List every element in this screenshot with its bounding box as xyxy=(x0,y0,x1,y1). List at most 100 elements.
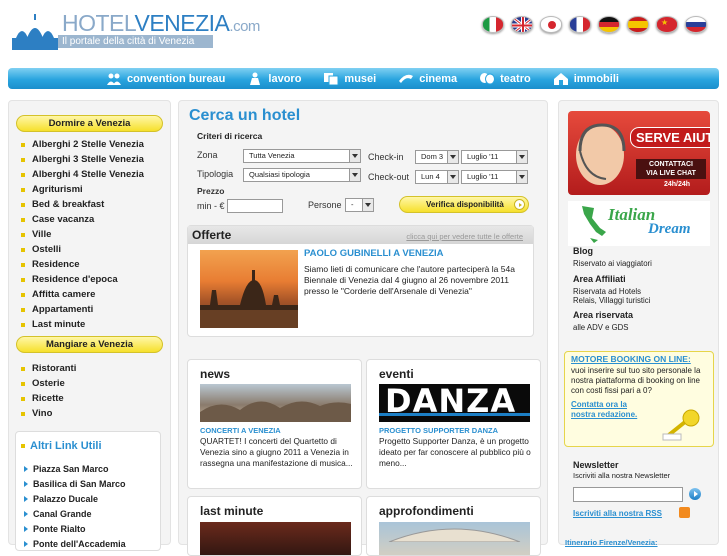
lastminute-box: last minute xyxy=(187,496,362,556)
italian-dream-word-b: Dream xyxy=(648,221,691,237)
flag-japan-icon[interactable] xyxy=(540,16,562,33)
motore-title[interactable]: MOTORE BOOKING ON LINE: xyxy=(571,354,691,364)
link-palazzo-ducale[interactable]: Palazzo Ducale xyxy=(24,492,126,507)
mangiare-menu: Ristoranti Osterie Ricette Vino xyxy=(19,361,76,421)
rooftops-icon xyxy=(200,401,351,422)
menu-item-last-minute[interactable]: Last minute xyxy=(19,317,144,332)
flag-uk-icon[interactable] xyxy=(511,16,533,33)
search-criteria-label: Criteri di ricerca xyxy=(197,131,263,141)
offerte-text: Siamo lieti di comunicare che l'autore p… xyxy=(304,264,515,296)
persone-value: - xyxy=(351,200,354,209)
flag-italy-icon[interactable] xyxy=(482,16,504,33)
approfondimenti-image[interactable] xyxy=(379,522,530,555)
checkout-day-select[interactable]: Lun 4 xyxy=(415,170,459,184)
house-icon xyxy=(553,73,568,85)
menu-item-alberghi-3[interactable]: Alberghi 3 Stelle Venezia xyxy=(19,152,144,167)
nav-convention-bureau[interactable]: convention bureau xyxy=(106,72,225,85)
chevron-down-icon xyxy=(447,171,458,183)
menu-item-appartamenti[interactable]: Appartamenti xyxy=(19,302,144,317)
menu-item-alberghi-4[interactable]: Alberghi 4 Stelle Venezia xyxy=(19,167,144,182)
checkout-month-value: Luglio '11 xyxy=(467,172,499,181)
rss-icon[interactable] xyxy=(679,507,690,518)
menu-item-ostelli[interactable]: Ostelli xyxy=(19,242,144,257)
right-sidebar: SERVE AIUTO? CONTATTACIVIA LIVE CHAT 24h… xyxy=(558,100,719,547)
blog-title[interactable]: Blog xyxy=(573,246,593,256)
menu-item-bed-breakfast[interactable]: Bed & breakfast xyxy=(19,197,144,212)
verifica-button[interactable]: Verifica disponibilità xyxy=(399,196,529,213)
newsletter-text: Iscriviti alla nostra Newsletter xyxy=(573,471,671,480)
flag-russia-icon[interactable] xyxy=(685,16,707,33)
dormire-section-button[interactable]: Dormire a Venezia xyxy=(16,115,163,132)
flag-france-icon[interactable] xyxy=(569,16,591,33)
checkin-day-select[interactable]: Dom 3 xyxy=(415,150,459,164)
flag-china-icon[interactable]: ★ xyxy=(656,16,678,33)
news-title: news xyxy=(200,367,231,381)
serve-hours: 24h/24h xyxy=(664,181,691,188)
news-subtitle[interactable]: CONCERTI A VENEZIA xyxy=(200,426,281,435)
offerte-headline[interactable]: PAOLO GUBINELLI A VENEZIA xyxy=(304,248,444,259)
newsletter-email-input[interactable] xyxy=(573,487,683,502)
menu-item-osterie[interactable]: Osterie xyxy=(19,376,76,391)
lastminute-image[interactable] xyxy=(200,522,351,555)
flag-spain-icon[interactable] xyxy=(627,16,649,33)
menu-item-ristoranti[interactable]: Ristoranti xyxy=(19,361,76,376)
mangiare-section-button[interactable]: Mangiare a Venezia xyxy=(16,336,163,353)
menu-item-residence[interactable]: Residence xyxy=(19,257,144,272)
affiliati-text2: Relais, Villaggi turistici xyxy=(573,296,651,305)
offerte-box: Offerte clicca qui per vedere tutte le o… xyxy=(187,225,534,337)
main-nav: convention bureau lavoro musei cinema te… xyxy=(8,68,719,89)
checkout-month-select[interactable]: Luglio '11 xyxy=(461,170,528,184)
link-piazza-san-marco[interactable]: Piazza San Marco xyxy=(24,462,126,477)
news-text: QUARTET! I concerti del Quartetto di Ven… xyxy=(200,436,353,468)
nav-immobili[interactable]: immobili xyxy=(553,72,619,85)
menu-item-vino[interactable]: Vino xyxy=(19,406,76,421)
menu-item-affitta-camere[interactable]: Affitta camere xyxy=(19,287,144,302)
news-image[interactable] xyxy=(200,384,351,422)
menu-item-ville[interactable]: Ville xyxy=(19,227,144,242)
menu-item-case-vacanza[interactable]: Case vacanza xyxy=(19,212,144,227)
eventi-image[interactable]: DANZA xyxy=(379,384,530,422)
italian-dream-banner[interactable]: Italian Dream xyxy=(568,201,710,246)
menu-item-agriturismi[interactable]: Agriturismi xyxy=(19,182,144,197)
persone-select[interactable]: - xyxy=(345,198,374,212)
nav-cinema[interactable]: cinema xyxy=(398,72,457,85)
motore-booking-box: MOTORE BOOKING ON LINE: vuoi inserire su… xyxy=(564,351,714,447)
affiliati-title[interactable]: Area Affiliati xyxy=(573,274,626,284)
itinerario-link[interactable]: Itinerario Firenze/Venezia: xyxy=(565,538,658,547)
key-icon xyxy=(662,409,700,441)
tipologia-label: Tipologia xyxy=(197,169,234,179)
newsletter-title: Newsletter xyxy=(573,460,619,470)
rss-link[interactable]: Iscriviti alla nostra RSS xyxy=(573,509,662,518)
tipologia-select[interactable]: Qualsiasi tipologia xyxy=(243,168,361,182)
min-price-input[interactable] xyxy=(227,199,283,213)
menu-item-ricette[interactable]: Ricette xyxy=(19,391,76,406)
zona-select[interactable]: Tutta Venezia xyxy=(243,149,361,163)
nav-teatro[interactable]: teatro xyxy=(479,72,531,85)
chevron-down-icon xyxy=(516,151,527,163)
checkin-month-select[interactable]: Luglio '11 xyxy=(461,150,528,164)
prezzo-label: Prezzo xyxy=(197,186,225,196)
chevron-down-icon xyxy=(447,151,458,163)
news-box: news CONCERTI A VENEZIA QUARTET! I conce… xyxy=(187,359,362,489)
menu-item-residence-epoca[interactable]: Residence d'epoca xyxy=(19,272,144,287)
link-ponte-rialto[interactable]: Ponte Rialto xyxy=(24,522,126,537)
flag-germany-icon[interactable] xyxy=(598,16,620,33)
offerte-all-link[interactable]: clicca qui per vedere tutte le offerte xyxy=(406,232,523,241)
checkin-month-value: Luglio '11 xyxy=(467,152,499,161)
nav-lavoro[interactable]: lavoro xyxy=(247,72,301,85)
live-chat-banner[interactable]: SERVE AIUTO? CONTATTACIVIA LIVE CHAT 24h… xyxy=(568,111,710,195)
chevron-down-icon xyxy=(362,199,373,211)
riservata-title[interactable]: Area riservata xyxy=(573,310,633,320)
newsletter-submit-button[interactable] xyxy=(689,488,701,500)
menu-item-alberghi-2[interactable]: Alberghi 2 Stelle Venezia xyxy=(19,137,144,152)
site-logo[interactable]: HOTELVENEZIA.com Il portale della città … xyxy=(12,8,260,50)
eventi-subtitle[interactable]: PROGETTO SUPPORTER DANZA xyxy=(379,426,498,435)
link-basilica-san-marco[interactable]: Basilica di San Marco xyxy=(24,477,126,492)
link-canal-grande[interactable]: Canal Grande xyxy=(24,507,126,522)
motore-contact-link[interactable]: Contatta ora la nostra redazione. xyxy=(571,400,637,420)
venice-sunset-image[interactable] xyxy=(200,250,298,328)
headset-icon xyxy=(578,123,626,180)
nav-musei[interactable]: musei xyxy=(323,72,376,85)
people-icon xyxy=(107,73,121,85)
offerte-title: Offerte xyxy=(192,228,232,242)
